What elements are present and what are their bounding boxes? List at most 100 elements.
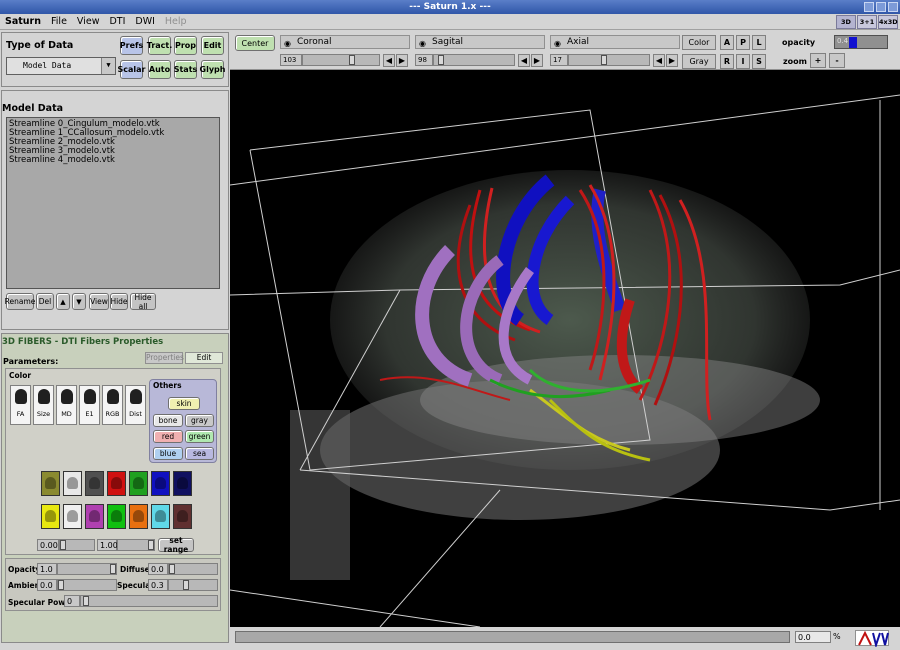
orient-p-button[interactable]: P bbox=[736, 35, 750, 50]
axial-slice-field[interactable]: 17 bbox=[550, 54, 568, 66]
blue-button[interactable]: blue bbox=[153, 447, 183, 460]
color-swatch[interactable] bbox=[107, 504, 126, 529]
view-button[interactable]: View bbox=[89, 293, 109, 310]
gray-button[interactable]: gray bbox=[185, 414, 214, 427]
menu-dti[interactable]: DTI bbox=[104, 16, 130, 27]
bone-button[interactable]: bone bbox=[153, 414, 183, 427]
diffuse-slider[interactable] bbox=[168, 563, 218, 575]
color-mode-dist[interactable]: Dist bbox=[125, 385, 146, 425]
zoom-out-button[interactable]: - bbox=[829, 53, 845, 68]
slider-knob[interactable] bbox=[169, 564, 175, 574]
gray-button[interactable]: Gray bbox=[682, 54, 716, 69]
data-type-select[interactable]: Model Data ▼ bbox=[6, 57, 116, 75]
eye-icon[interactable]: ◉ bbox=[284, 38, 291, 50]
slider-knob[interactable] bbox=[438, 55, 444, 65]
tab-4x3d[interactable]: 4x3D bbox=[878, 15, 898, 29]
zoom-in-button[interactable]: + bbox=[810, 53, 826, 68]
hide-all-button[interactable]: Hide all bbox=[130, 293, 156, 311]
prop-button[interactable]: Prop bbox=[174, 36, 197, 55]
coronal-prev-button[interactable]: ◀ bbox=[383, 54, 395, 67]
color-swatch[interactable] bbox=[107, 471, 126, 496]
move-down-button[interactable]: ▼ bbox=[72, 293, 86, 310]
coronal-slice-field[interactable]: 103 bbox=[280, 54, 302, 66]
diffuse-field[interactable]: 0.0 bbox=[148, 563, 168, 575]
auto-button[interactable]: Auto bbox=[148, 60, 171, 79]
skin-button[interactable]: skin bbox=[168, 397, 200, 410]
move-up-button[interactable]: ▲ bbox=[56, 293, 70, 310]
tab-3plus1[interactable]: 3+1 bbox=[857, 15, 877, 29]
axial-prev-button[interactable]: ◀ bbox=[653, 54, 665, 67]
ambient-slider[interactable] bbox=[57, 579, 117, 591]
slider-knob[interactable] bbox=[183, 580, 189, 590]
color-swatch[interactable] bbox=[41, 504, 60, 529]
specular-slider[interactable] bbox=[168, 579, 218, 591]
range-min-slider[interactable] bbox=[59, 539, 95, 551]
coronal-next-button[interactable]: ▶ bbox=[396, 54, 408, 67]
chevron-down-icon[interactable]: ▼ bbox=[101, 58, 115, 74]
tract-button[interactable]: Tract. bbox=[147, 36, 172, 55]
menu-dwi[interactable]: DWI bbox=[130, 16, 160, 27]
color-mode-size[interactable]: Size bbox=[33, 385, 54, 425]
maximize-icon[interactable] bbox=[876, 2, 886, 12]
color-swatch[interactable] bbox=[85, 471, 104, 496]
range-max-field[interactable]: 1.00 bbox=[97, 539, 118, 551]
color-swatch[interactable] bbox=[63, 471, 82, 496]
specular-power-field[interactable]: 0 bbox=[64, 595, 80, 607]
orient-l-button[interactable]: L bbox=[752, 35, 766, 50]
color-swatch[interactable] bbox=[151, 471, 170, 496]
sagital-slice-slider[interactable] bbox=[433, 54, 515, 66]
sagital-prev-button[interactable]: ◀ bbox=[518, 54, 530, 67]
menu-help[interactable]: Help bbox=[160, 16, 192, 27]
ambient-field[interactable]: 0.0 bbox=[37, 579, 57, 591]
slider-knob[interactable] bbox=[60, 540, 66, 550]
model-data-list[interactable]: Streamline 0_Cingulum_modelo.vtk Streaml… bbox=[6, 117, 220, 289]
range-max-slider[interactable] bbox=[117, 539, 155, 551]
specular-power-slider[interactable] bbox=[80, 595, 218, 607]
color-mode-e1[interactable]: E1 bbox=[79, 385, 100, 425]
opacity-field[interactable]: 1.0 bbox=[37, 563, 57, 575]
tab-edit[interactable]: Edit bbox=[185, 352, 223, 364]
tab-properties[interactable]: Properties bbox=[145, 352, 184, 364]
orient-s-button[interactable]: S bbox=[752, 54, 766, 69]
color-swatch[interactable] bbox=[173, 471, 192, 496]
sea-button[interactable]: sea bbox=[185, 447, 214, 460]
specular-field[interactable]: 0.3 bbox=[148, 579, 168, 591]
orient-i-button[interactable]: I bbox=[736, 54, 750, 69]
color-mode-md[interactable]: MD bbox=[56, 385, 77, 425]
orient-a-button[interactable]: A bbox=[720, 35, 734, 50]
color-swatch[interactable] bbox=[85, 504, 104, 529]
menu-file[interactable]: File bbox=[46, 16, 72, 27]
coronal-slice-slider[interactable] bbox=[302, 54, 380, 66]
slider-knob[interactable] bbox=[849, 37, 857, 48]
edit-button[interactable]: Edit bbox=[201, 36, 224, 55]
minimize-icon[interactable] bbox=[864, 2, 874, 12]
color-swatch[interactable] bbox=[129, 504, 148, 529]
slider-knob[interactable] bbox=[601, 55, 607, 65]
close-icon[interactable] bbox=[888, 2, 898, 12]
coronal-plane-toggle[interactable]: ◉ Coronal bbox=[280, 35, 410, 49]
scalar-button[interactable]: Scalar bbox=[118, 60, 146, 79]
color-mode-rgb[interactable]: RGB bbox=[102, 385, 123, 425]
slider-knob[interactable] bbox=[148, 540, 154, 550]
color-swatch[interactable] bbox=[151, 504, 170, 529]
slider-knob[interactable] bbox=[110, 564, 116, 574]
set-range-button[interactable]: set range bbox=[158, 536, 194, 554]
eye-icon[interactable]: ◉ bbox=[419, 38, 426, 50]
range-min-field[interactable]: 0.00 bbox=[37, 539, 59, 551]
delete-button[interactable]: Del bbox=[36, 293, 54, 310]
green-button[interactable]: green bbox=[185, 430, 214, 443]
slider-knob[interactable] bbox=[58, 580, 64, 590]
list-item[interactable]: Streamline 4_modelo.vtk bbox=[9, 156, 217, 165]
color-swatch[interactable] bbox=[41, 471, 60, 496]
slider-knob[interactable] bbox=[349, 55, 355, 65]
color-swatch[interactable] bbox=[129, 471, 148, 496]
color-button[interactable]: Color bbox=[682, 35, 716, 50]
orient-r-button[interactable]: R bbox=[720, 54, 734, 69]
stats-button[interactable]: Stats bbox=[174, 60, 197, 79]
axial-next-button[interactable]: ▶ bbox=[666, 54, 678, 67]
red-button[interactable]: red bbox=[153, 430, 183, 443]
color-swatch[interactable] bbox=[63, 504, 82, 529]
opacity-slider[interactable] bbox=[57, 563, 117, 575]
fiber-render[interactable] bbox=[230, 70, 900, 627]
axial-slice-slider[interactable] bbox=[568, 54, 650, 66]
